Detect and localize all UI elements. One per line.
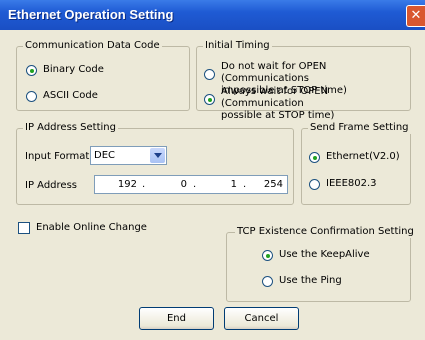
always-wait-line2: possible at STOP time) bbox=[221, 110, 335, 121]
ip-octet-2[interactable]: 0 bbox=[149, 179, 187, 191]
ip-octet-4[interactable]: 254 bbox=[245, 179, 283, 191]
ip-dot: . bbox=[142, 179, 146, 190]
enable-online-change-label: Enable Online Change bbox=[36, 222, 147, 233]
do-not-wait-line1: Do not wait for OPEN (Communications bbox=[221, 61, 327, 84]
ethernet-v2-label: Ethernet(V2.0) bbox=[326, 151, 400, 162]
radio-button[interactable] bbox=[204, 69, 215, 80]
tcp-existence-group: TCP Existence Confirmation Setting Use t… bbox=[226, 226, 416, 302]
initial-timing-legend: Initial Timing bbox=[203, 40, 272, 52]
ip-octet-1[interactable]: 192 bbox=[99, 179, 137, 191]
radio-button-checked[interactable] bbox=[262, 250, 273, 261]
send-frame-setting-legend: Send Frame Setting bbox=[308, 122, 411, 134]
enable-online-change-checkbox[interactable] bbox=[18, 222, 30, 234]
radio-ieee802-3[interactable]: IEEE802.3 bbox=[309, 178, 377, 190]
ip-octet-3[interactable]: 1 bbox=[199, 179, 237, 191]
radio-button-checked[interactable] bbox=[26, 65, 37, 76]
always-wait-label: Always wait for OPEN (Communication poss… bbox=[221, 86, 410, 122]
communication-data-code-legend: Communication Data Code bbox=[23, 40, 162, 52]
chevron-down-icon[interactable] bbox=[150, 148, 165, 163]
always-wait-line1: Always wait for OPEN (Communication bbox=[221, 86, 329, 109]
radio-button-checked[interactable] bbox=[204, 94, 215, 105]
ip-address-label: IP Address bbox=[25, 180, 77, 191]
input-format-label: Input Format bbox=[25, 151, 90, 162]
close-icon[interactable]: ✕ bbox=[406, 5, 425, 27]
radio-use-ping[interactable]: Use the Ping bbox=[262, 275, 342, 287]
ip-dot: . bbox=[193, 179, 197, 190]
radio-button[interactable] bbox=[309, 179, 320, 190]
initial-timing-group: Initial Timing Do not wait for OPEN (Com… bbox=[196, 40, 411, 121]
ascii-code-label: ASCII Code bbox=[43, 90, 98, 101]
ip-address-setting-legend: IP Address Setting bbox=[23, 122, 118, 134]
send-frame-setting-group: Send Frame Setting Ethernet(V2.0) IEEE80… bbox=[301, 122, 411, 205]
cancel-button[interactable]: Cancel bbox=[224, 307, 299, 330]
radio-binary-code[interactable]: Binary Code bbox=[26, 64, 104, 76]
radio-ethernet-v2[interactable]: Ethernet(V2.0) bbox=[309, 151, 400, 163]
radio-ascii-code[interactable]: ASCII Code bbox=[26, 90, 98, 102]
title-bar[interactable]: Ethernet Operation Setting ✕ bbox=[0, 0, 425, 30]
tcp-existence-legend: TCP Existence Confirmation Setting bbox=[235, 226, 416, 238]
binary-code-label: Binary Code bbox=[43, 64, 104, 75]
end-button[interactable]: End bbox=[139, 307, 214, 330]
radio-button[interactable] bbox=[262, 276, 273, 287]
use-ping-label: Use the Ping bbox=[279, 275, 342, 286]
radio-use-keepalive[interactable]: Use the KeepAlive bbox=[262, 249, 370, 261]
ip-address-field[interactable]: 192 . 0 . 1 . 254 bbox=[94, 175, 288, 194]
use-keepalive-label: Use the KeepAlive bbox=[279, 249, 370, 260]
radio-button-checked[interactable] bbox=[309, 152, 320, 163]
radio-button[interactable] bbox=[26, 91, 37, 102]
window-title: Ethernet Operation Setting bbox=[8, 7, 174, 22]
communication-data-code-group: Communication Data Code Binary Code ASCI… bbox=[16, 40, 190, 111]
input-format-value: DEC bbox=[94, 150, 116, 161]
ip-address-setting-group: IP Address Setting Input Format DEC IP A… bbox=[16, 122, 294, 205]
input-format-select[interactable]: DEC bbox=[90, 146, 167, 165]
ieee802-3-label: IEEE802.3 bbox=[326, 178, 377, 189]
radio-always-wait-open[interactable]: Always wait for OPEN (Communication poss… bbox=[204, 86, 410, 122]
